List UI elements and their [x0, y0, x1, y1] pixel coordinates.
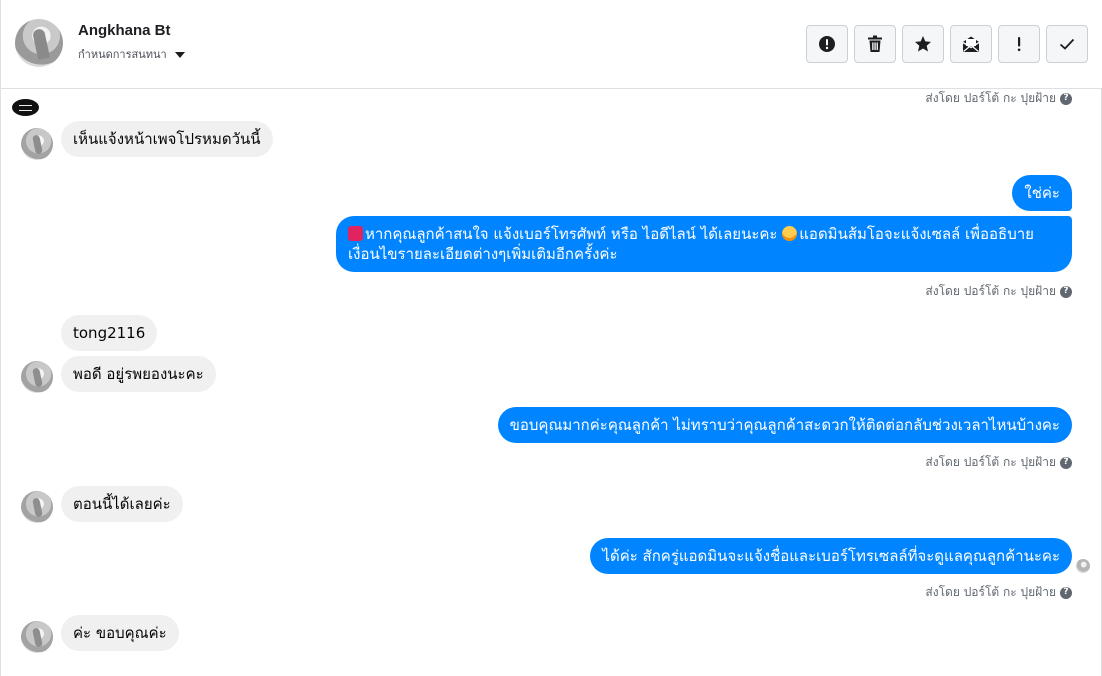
page-logo-icon — [12, 99, 39, 116]
telephone-emoji-icon — [348, 226, 363, 241]
help-icon[interactable]: ? — [1060, 285, 1072, 298]
follow-up-button[interactable] — [998, 25, 1040, 63]
sender-avatar[interactable] — [21, 361, 53, 393]
caret-down-icon — [174, 51, 185, 58]
trash-icon — [868, 35, 882, 52]
star-icon — [915, 36, 931, 52]
spam-button[interactable] — [806, 25, 848, 63]
envelope-open-icon — [962, 36, 980, 52]
incoming-message-bubble[interactable]: tong2116 — [61, 315, 158, 351]
conversation-options-dropdown[interactable]: กำหนดการสนทนา — [78, 45, 185, 63]
help-icon[interactable]: ? — [1060, 456, 1072, 469]
outgoing-message-bubble[interactable]: ได้ค่ะ สักครู่แอดมินจะแจ้งชื่อและเบอร์โท… — [590, 538, 1072, 574]
incoming-message-bubble[interactable]: ค่ะ ขอบคุณค่ะ — [61, 615, 179, 651]
exclamation-icon — [1017, 37, 1021, 52]
delete-button[interactable] — [854, 25, 896, 63]
outgoing-message-bubble[interactable]: ใช่ค่ะ — [1012, 175, 1072, 211]
contact-name[interactable]: Angkhana Bt — [78, 22, 171, 39]
star-button[interactable] — [902, 25, 944, 63]
incoming-message-bubble[interactable]: พอดี อยู่รพยองนะคะ — [61, 356, 216, 392]
incoming-message-bubble[interactable]: เห็นแจ้งหน้าเพจโปรหมดวันนี้ — [61, 121, 273, 157]
help-icon[interactable]: ? — [1060, 586, 1072, 599]
conversation-toolbar — [806, 25, 1088, 63]
sent-by-label: ส่งโดย ปอร์โต้ กะ ปุยฝ้าย ? — [925, 453, 1072, 472]
incoming-message-bubble[interactable]: ตอนนี้ได้เลยค่ะ — [61, 486, 183, 522]
sender-avatar[interactable] — [21, 491, 53, 523]
sent-by-text: ส่งโดย ปอร์โต้ กะ ปุยฝ้าย — [925, 455, 1056, 469]
conversation-header: Angkhana Bt กำหนดการสนทนา — [1, 0, 1102, 89]
conversation-panel: Angkhana Bt กำหนดการสนทนา ส่งโดย ปอร์โต้… — [0, 0, 1102, 676]
outgoing-message-bubble[interactable]: ขอบคุณมากค่ะคุณลูกค้า ไม่ทราบว่าคุณลูกค้… — [497, 407, 1072, 443]
sent-by-text: ส่งโดย ปอร์โต้ กะ ปุยฝ้าย — [925, 284, 1056, 298]
help-icon[interactable]: ? — [1060, 92, 1072, 105]
sent-by-text: ส่งโดย ปอร์โต้ กะ ปุยฝ้าย — [925, 91, 1056, 105]
check-icon — [1059, 38, 1075, 50]
message-thread[interactable]: ส่งโดย ปอร์โต้ กะ ปุยฝ้าย ? เห็นแจ้งหน้า… — [1, 89, 1102, 676]
conversation-options-label: กำหนดการสนทนา — [78, 48, 167, 61]
mark-done-button[interactable] — [1046, 25, 1088, 63]
sent-by-label: ส่งโดย ปอร์โต้ กะ ปุยฝ้าย ? — [925, 282, 1072, 301]
sent-by-label: ส่งโดย ปอร์โต้ กะ ปุยฝ้าย ? — [925, 583, 1072, 602]
sender-avatar[interactable] — [21, 621, 53, 653]
message-text-part: หากคุณลูกค้าสนใจ แจ้งเบอร์โทรศัพท์ หรือ … — [365, 225, 783, 243]
sent-by-text: ส่งโดย ปอร์โต้ กะ ปุยฝ้าย — [925, 585, 1056, 599]
exclamation-circle-icon — [819, 36, 835, 52]
smiling-face-emoji-icon — [782, 226, 798, 241]
contact-avatar[interactable] — [15, 19, 63, 67]
sent-by-label: ส่งโดย ปอร์โต้ กะ ปุยฝ้าย ? — [925, 89, 1072, 108]
seen-indicator-avatar — [1076, 559, 1090, 573]
outgoing-message-bubble[interactable]: หากคุณลูกค้าสนใจ แจ้งเบอร์โทรศัพท์ หรือ … — [336, 216, 1072, 272]
mark-unread-button[interactable] — [950, 25, 992, 63]
sender-avatar[interactable] — [21, 128, 53, 160]
